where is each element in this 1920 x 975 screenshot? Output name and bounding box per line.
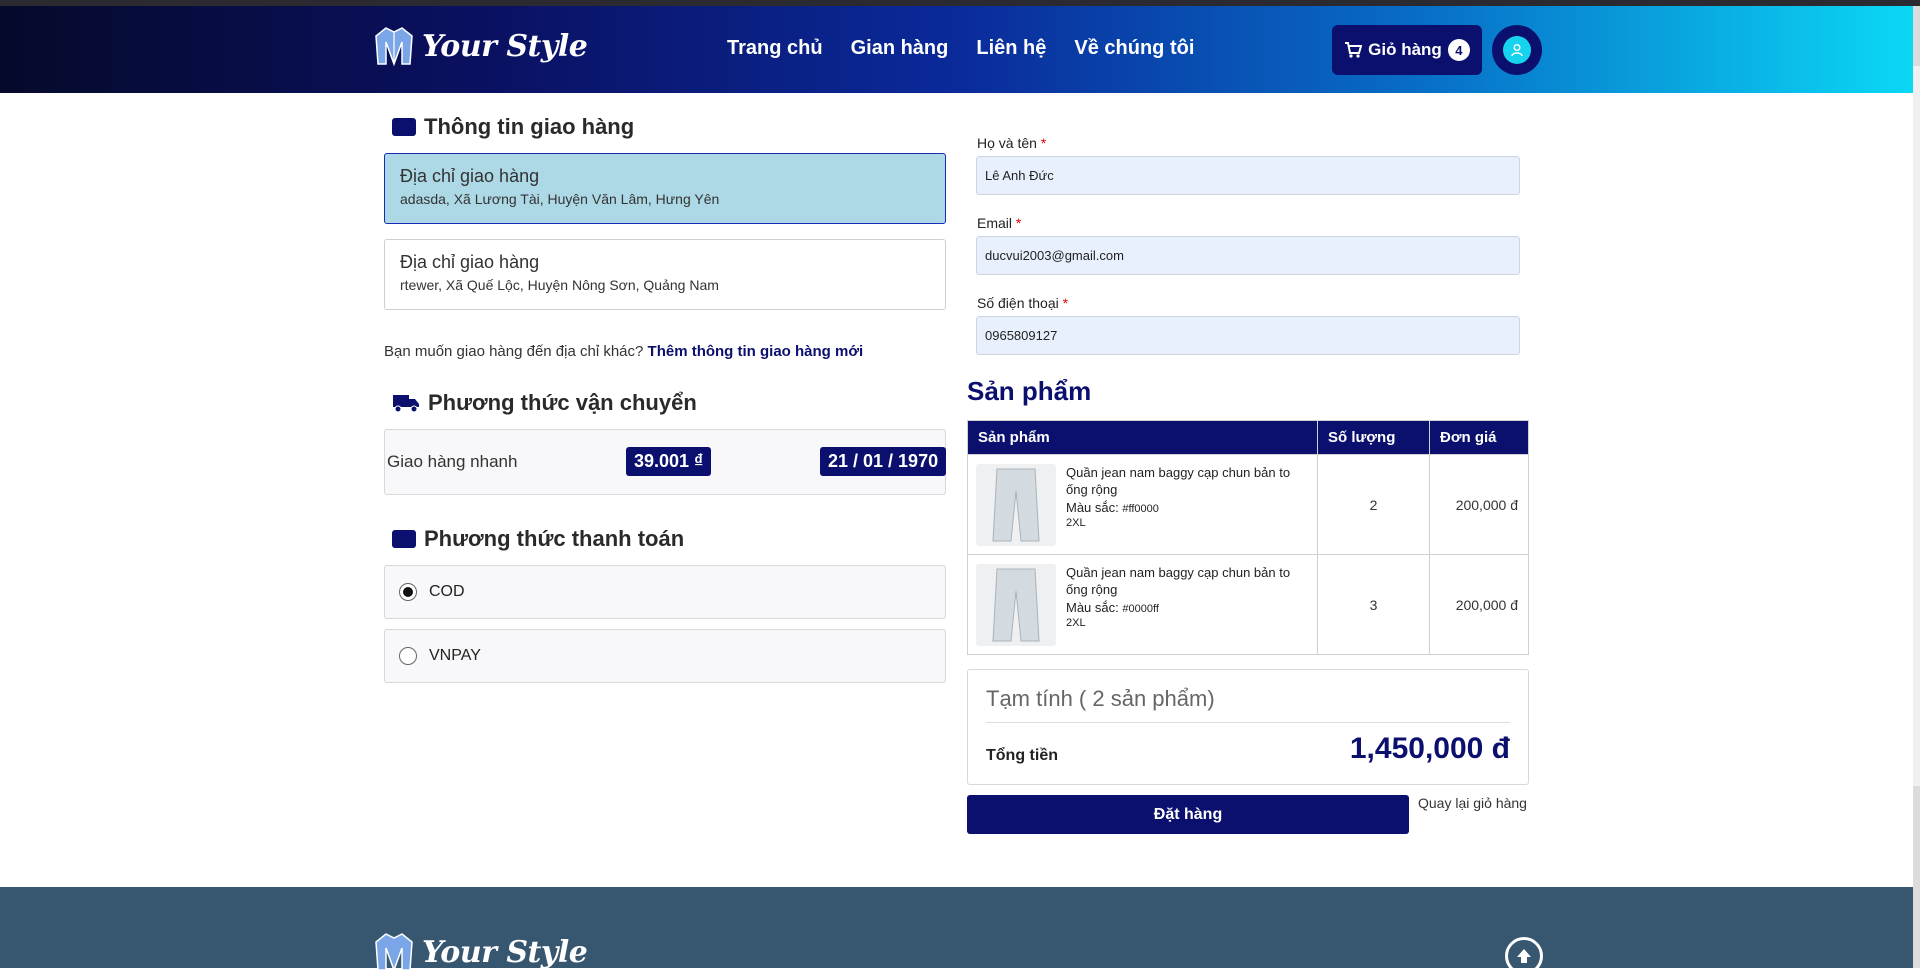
shipping-price-badge: 39.001 ₫: [626, 447, 712, 476]
main-nav: Trang chủ Gian hàng Liên hệ Về chúng tôi: [727, 37, 1194, 60]
product-image[interactable]: [976, 463, 1056, 546]
jacket-logo-icon: [375, 27, 413, 67]
col-price: Đơn giá: [1429, 420, 1529, 455]
total-label: Tổng tiền: [986, 747, 1058, 764]
product-name[interactable]: Quần jean nam baggy cạp chun bản to ống …: [1066, 464, 1306, 499]
jacket-logo-icon: [375, 933, 413, 973]
shipping-info-title: Thông tin giao hàng: [392, 114, 634, 140]
address-label: Địa chỉ giao hàng: [400, 166, 540, 186]
name-label: Họ và tên *: [977, 135, 1047, 151]
site-footer: Your Style: [0, 887, 1913, 973]
page-scrollbar-thumb[interactable]: [1913, 66, 1920, 786]
address-option-1[interactable]: Địa chỉ giao hàng adasda, Xã Lương Tài, …: [384, 153, 946, 224]
table-row: Quần jean nam baggy cạp chun bản to ống …: [967, 454, 1529, 555]
address-detail: rtewer, Xã Quế Lộc, Huyện Nông Sơn, Quản…: [400, 277, 719, 293]
table-row: Quần jean nam baggy cạp chun bản to ống …: [967, 554, 1529, 655]
product-table: Sản phẩm Số lượng Đơn giá Quần jean nam …: [967, 420, 1529, 655]
brand-logo[interactable]: Your Style: [372, 24, 588, 68]
summary-divider: [986, 722, 1510, 723]
add-new-address-link[interactable]: Thêm thông tin giao hàng mới: [648, 343, 864, 360]
payment-option-label: VNPAY: [429, 647, 481, 664]
color-value: #ff0000: [1122, 502, 1159, 515]
arrow-up-icon: [1517, 949, 1531, 963]
payment-option-cod[interactable]: COD: [384, 565, 946, 619]
radio-cod[interactable]: [399, 583, 417, 601]
payment-option-label: COD: [429, 583, 465, 600]
product-qty: 3: [1317, 554, 1430, 655]
radio-vnpay[interactable]: [399, 647, 417, 665]
other-address-text: Bạn muốn giao hàng đến địa chỉ khác?: [384, 343, 644, 360]
place-order-button[interactable]: Đặt hàng: [967, 795, 1409, 834]
cart-icon: [1345, 42, 1363, 58]
other-address-prompt: Bạn muốn giao hàng đến địa chỉ khác? Thê…: [384, 343, 863, 360]
nav-contact[interactable]: Liên hệ: [976, 37, 1046, 60]
product-price: 200,000 đ: [1429, 554, 1529, 655]
color-label: Màu sắc:: [1066, 499, 1119, 515]
product-name[interactable]: Quần jean nam baggy cạp chun bản to ống …: [1066, 564, 1306, 599]
shipping-info-title-text: Thông tin giao hàng: [424, 114, 635, 139]
footer-brand-name: Your Style: [422, 934, 588, 970]
color-value: #0000ff: [1122, 602, 1159, 615]
nav-shop[interactable]: Gian hàng: [851, 37, 949, 60]
cart-count-badge: 4: [1447, 39, 1470, 61]
phone-field[interactable]: 0965809127: [976, 316, 1520, 355]
product-image[interactable]: [976, 563, 1056, 646]
subtotal-label: Tạm tính ( 2 sản phẩm): [986, 686, 1215, 711]
col-product: Sản phẩm: [967, 420, 1318, 455]
shipping-method-name: Giao hàng nhanh: [387, 452, 518, 471]
address-label: Địa chỉ giao hàng: [400, 252, 540, 272]
footer-brand-logo[interactable]: Your Style: [372, 930, 588, 974]
truck-icon: [393, 395, 419, 413]
order-summary: Tạm tính ( 2 sản phẩm) Tổng tiền 1,450,0…: [967, 669, 1529, 785]
shipping-method-title-text: Phương thức vận chuyển: [428, 390, 697, 415]
products-title: Sản phẩm: [967, 376, 1092, 406]
scroll-to-top-button[interactable]: [1505, 937, 1543, 975]
cart-label: Giỏ hàng: [1368, 40, 1442, 59]
credit-card-icon: [392, 530, 416, 548]
id-card-icon: [392, 118, 416, 136]
nav-about[interactable]: Về chúng tôi: [1074, 37, 1194, 60]
total-amount: 1,450,000 đ: [1349, 732, 1510, 765]
phone-label: Số điện thoại *: [977, 295, 1069, 311]
email-field[interactable]: ducvui2003@gmail.com: [976, 236, 1520, 275]
col-quantity: Số lượng: [1317, 420, 1430, 455]
product-size: 2XL: [1066, 617, 1086, 630]
shipping-date-badge: 21 / 01 / 1970: [820, 447, 947, 476]
payment-method-title-text: Phương thức thanh toán: [424, 526, 685, 551]
back-to-cart-link[interactable]: Quay lại giỏ hàng: [1418, 795, 1527, 811]
user-account-button[interactable]: [1492, 25, 1542, 75]
address-detail: adasda, Xã Lương Tài, Huyện Văn Lâm, Hưn…: [400, 191, 720, 207]
product-size: 2XL: [1066, 517, 1086, 530]
user-icon: [1503, 36, 1531, 64]
site-header: Your Style Trang chủ Gian hàng Liên hệ V…: [0, 6, 1913, 93]
address-option-2[interactable]: Địa chỉ giao hàng rtewer, Xã Quế Lộc, Hu…: [384, 239, 946, 310]
shipping-method-title: Phương thức vận chuyển: [392, 390, 697, 416]
payment-option-vnpay[interactable]: VNPAY: [384, 629, 946, 683]
product-qty: 2: [1317, 454, 1430, 555]
email-label: Email *: [977, 215, 1022, 231]
payment-method-title: Phương thức thanh toán: [392, 526, 684, 552]
name-field[interactable]: Lê Anh Đức: [976, 156, 1520, 195]
product-price: 200,000 đ: [1429, 454, 1529, 555]
color-label: Màu sắc:: [1066, 599, 1119, 615]
nav-home[interactable]: Trang chủ: [727, 37, 823, 60]
cart-button[interactable]: Giỏ hàng 4: [1332, 25, 1482, 75]
brand-name: Your Style: [422, 28, 588, 64]
